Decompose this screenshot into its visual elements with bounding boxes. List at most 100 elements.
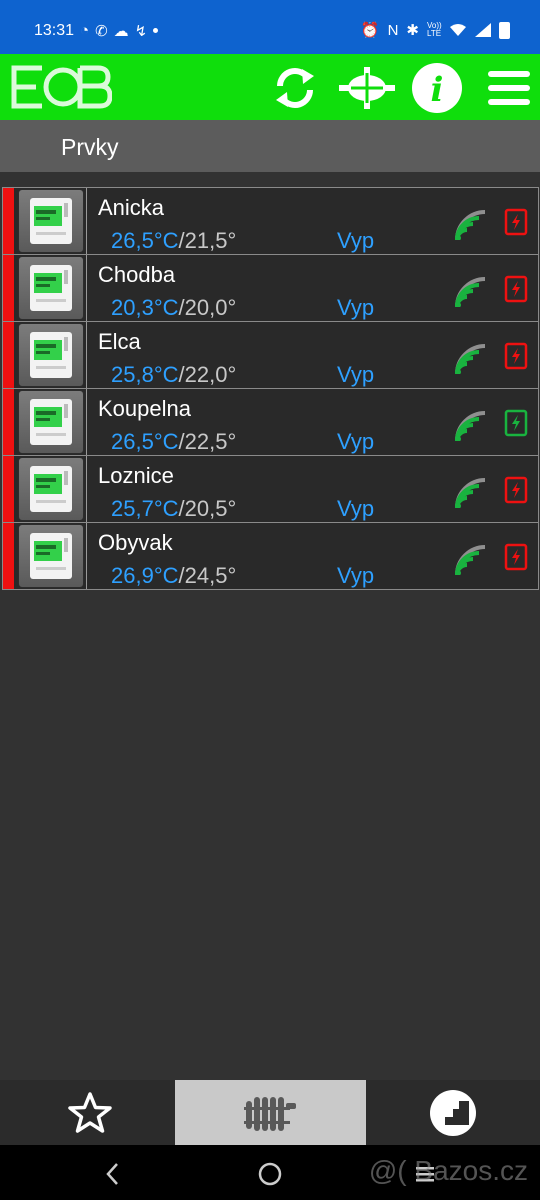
power-status-icon xyxy=(504,543,528,571)
refresh-button[interactable] xyxy=(270,63,320,113)
thermostat-thumbnail xyxy=(18,390,84,454)
signal-strength-icon xyxy=(455,411,486,441)
wifi-icon xyxy=(450,24,466,36)
tab-favorites[interactable] xyxy=(0,1080,180,1145)
device-list: Anicka 26,5°C/21,5° Vyp Chodba 20,3°C/20… xyxy=(2,187,539,590)
device-name: Loznice xyxy=(98,463,174,488)
mode-status: Vyp xyxy=(337,563,375,588)
current-temperature: 20,3°C xyxy=(111,295,179,320)
row-divider xyxy=(86,188,87,254)
current-temperature: 25,8°C xyxy=(111,362,179,387)
menu-button[interactable] xyxy=(486,63,532,113)
signal-strength-icon xyxy=(455,478,486,508)
alert-bar xyxy=(3,389,14,455)
thermostat-thumbnail xyxy=(18,189,84,253)
row-divider xyxy=(86,523,87,589)
power-status-icon xyxy=(504,342,528,370)
mode-status: Vyp xyxy=(337,496,375,521)
temperature-readout: 25,7°C/20,5° xyxy=(111,496,236,522)
tab-radiators[interactable] xyxy=(175,1080,366,1145)
current-temperature: 26,9°C xyxy=(111,563,179,588)
signal-strength-icon xyxy=(455,277,486,307)
mode-status: Vyp xyxy=(337,429,375,454)
alert-bar xyxy=(3,322,14,388)
thermostat-thumbnail xyxy=(18,524,84,588)
alert-bar xyxy=(3,523,14,589)
mode-status: Vyp xyxy=(337,362,375,387)
signal-strength-icon xyxy=(455,545,486,575)
status-time: 13:31 xyxy=(34,22,75,39)
target-temperature: 21,5° xyxy=(184,228,237,253)
stairs-chart-icon xyxy=(430,1089,476,1136)
device-row[interactable]: Loznice 25,7°C/20,5° Vyp xyxy=(2,455,539,522)
missed-call-icon: ↯ xyxy=(134,23,148,40)
temperature-readout: 20,3°C/20,0° xyxy=(111,295,236,321)
current-temperature: 26,5°C xyxy=(111,429,179,454)
thermostat-thumbnail xyxy=(18,457,84,521)
device-row[interactable]: Elca 25,8°C/22,0° Vyp xyxy=(2,321,539,388)
device-row[interactable]: Koupelna 26,5°C/22,5° Vyp xyxy=(2,388,539,455)
device-name: Koupelna xyxy=(98,396,191,421)
target-temperature: 22,5° xyxy=(184,429,237,454)
current-temperature: 25,7°C xyxy=(111,496,179,521)
current-temperature: 26,5°C xyxy=(111,228,179,253)
locate-button[interactable] xyxy=(339,63,395,113)
watermark: @( Bazos.cz xyxy=(368,1155,528,1186)
alert-bar xyxy=(3,255,14,321)
volte-icon: Vo)) LTE xyxy=(427,21,442,38)
temperature-readout: 26,9°C/24,5° xyxy=(111,563,236,589)
more-notifications-icon xyxy=(153,28,159,33)
thermostat-thumbnail xyxy=(18,323,84,387)
crosshair-icon xyxy=(339,67,395,109)
row-divider xyxy=(86,322,87,388)
target-temperature: 20,5° xyxy=(184,496,237,521)
menu-icon xyxy=(488,71,530,105)
bottom-nav xyxy=(0,1080,540,1145)
battery-icon xyxy=(499,21,510,39)
chat-icon: ☁ xyxy=(113,23,129,40)
device-name: Obyvak xyxy=(98,530,173,555)
thermostat-thumbnail xyxy=(18,256,84,320)
device-name: Elca xyxy=(98,329,141,354)
star-icon xyxy=(68,1091,112,1133)
device-name: Anicka xyxy=(98,195,165,220)
row-divider xyxy=(86,389,87,455)
app-bar: i xyxy=(0,54,540,120)
mode-status: Vyp xyxy=(337,228,375,253)
alert-bar xyxy=(3,456,14,522)
bluetooth-icon: ✱ xyxy=(406,22,419,39)
back-icon[interactable] xyxy=(98,1159,128,1189)
nfc-icon: N xyxy=(387,21,399,39)
info-button[interactable]: i xyxy=(412,63,462,113)
system-nav-bar: @( Bazos.cz xyxy=(0,1145,540,1200)
temperature-readout: 25,8°C/22,0° xyxy=(111,362,236,388)
notification-icons: ◔ ✆ ☁ ↯ xyxy=(80,22,159,40)
temperature-readout: 26,5°C/22,5° xyxy=(111,429,236,455)
mode-status: Vyp xyxy=(337,295,375,320)
home-icon[interactable] xyxy=(255,1159,285,1189)
signal-strength-icon xyxy=(455,344,486,374)
refresh-icon xyxy=(276,68,314,108)
target-temperature: 24,5° xyxy=(184,563,237,588)
row-divider xyxy=(86,456,87,522)
device-row[interactable]: Chodba 20,3°C/20,0° Vyp xyxy=(2,254,539,321)
tab-schedule[interactable] xyxy=(366,1080,540,1145)
info-icon: i xyxy=(412,63,462,113)
alarm-icon: ⏰ xyxy=(360,22,380,39)
target-temperature: 20,0° xyxy=(184,295,237,320)
messenger-icon: ◔ xyxy=(80,22,90,39)
svg-text:i: i xyxy=(431,70,444,110)
section-header: Prvky xyxy=(0,120,540,172)
eob-logo xyxy=(11,65,112,109)
radiator-icon xyxy=(243,1096,296,1131)
power-status-icon xyxy=(504,208,528,236)
device-row[interactable]: Anicka 26,5°C/21,5° Vyp xyxy=(2,187,539,254)
whatsapp-icon: ✆ xyxy=(95,23,108,40)
device-row[interactable]: Obyvak 26,9°C/24,5° Vyp xyxy=(2,522,539,590)
target-temperature: 22,0° xyxy=(184,362,237,387)
status-bar: 13:31 ◔ ✆ ☁ ↯ ⏰ N ✱ Vo)) LTE xyxy=(0,0,540,54)
power-status-icon xyxy=(504,275,528,303)
power-status-icon xyxy=(504,409,528,437)
alert-bar xyxy=(3,188,14,254)
signal-icon xyxy=(475,23,491,37)
